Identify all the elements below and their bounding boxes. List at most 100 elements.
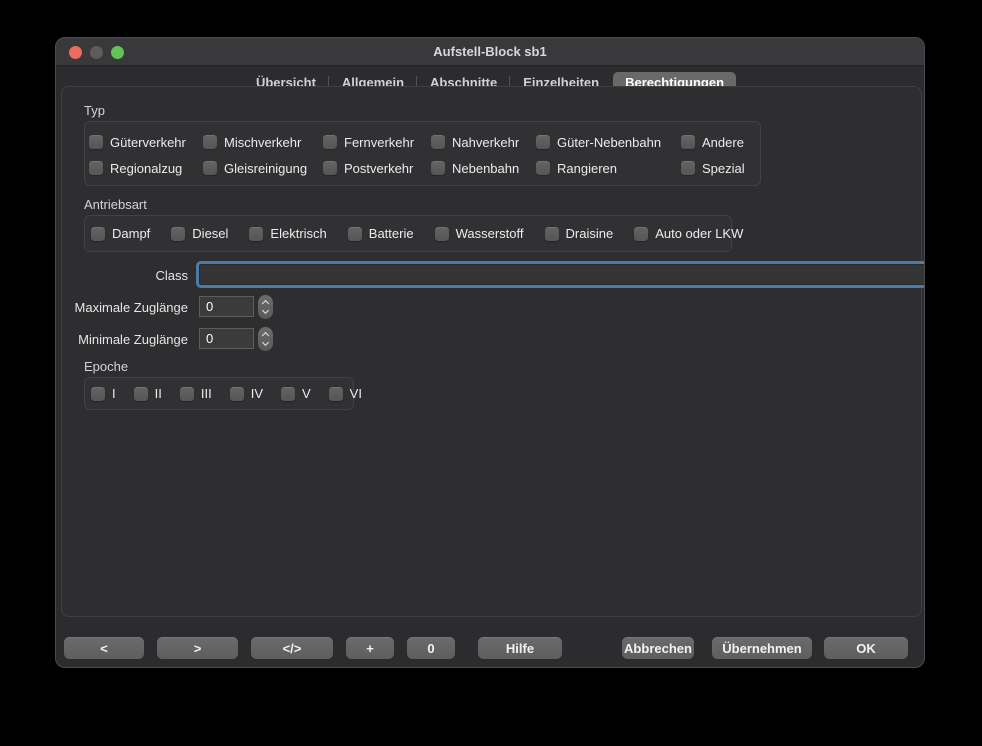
close-icon[interactable] [69,46,82,59]
checkbox-item[interactable]: Elektrisch [249,226,326,241]
min-length-input[interactable] [199,328,254,349]
checkbox-item[interactable]: Mischverkehr [203,135,323,150]
checkbox-item[interactable]: Dampf [91,226,150,241]
checkbox-item[interactable]: Postverkehr [323,161,431,176]
checkbox-label: Spezial [702,161,745,176]
checkbox-label: Rangieren [557,161,617,176]
checkbox-item[interactable]: Auto oder LKW [634,226,743,241]
checkbox-icon[interactable] [348,227,362,241]
minimize-icon[interactable] [90,46,103,59]
tab-content-pane: Typ Güterverkehr Mischverkehr [61,86,922,617]
checkbox-item[interactable]: Nebenbahn [431,161,536,176]
checkbox-icon[interactable] [249,227,263,241]
max-length-stepper[interactable] [258,295,273,319]
checkbox-label: Gleisreinigung [224,161,307,176]
checkbox-label: Elektrisch [270,226,326,241]
checkbox-item[interactable]: VI [329,386,362,401]
checkbox-label: Regionalzug [110,161,182,176]
stepper-up-icon[interactable] [262,331,269,338]
checkbox-label: Güter-Nebenbahn [557,135,661,150]
footer-button[interactable]: Abbrechen [622,637,694,659]
checkbox-icon[interactable] [323,135,337,149]
stepper-down-icon[interactable] [262,338,269,345]
checkbox-icon[interactable] [634,227,648,241]
checkbox-label: IV [251,386,263,401]
checkbox-label: Nebenbahn [452,161,519,176]
checkbox-icon[interactable] [89,135,103,149]
epoche-section-label: Epoche [84,359,128,374]
footer-button[interactable]: > [157,637,238,659]
checkbox-item[interactable]: I [91,386,116,401]
max-length-input[interactable] [199,296,254,317]
footer-button[interactable]: </> [251,637,333,659]
checkbox-icon[interactable] [431,161,445,175]
stepper-down-icon[interactable] [262,306,269,313]
checkbox-item[interactable]: Regionalzug [89,161,203,176]
traffic-lights [69,38,124,66]
checkbox-item[interactable]: Nahverkehr [431,135,536,150]
epoche-groupbox: I II III [84,377,354,410]
checkbox-icon[interactable] [134,387,148,401]
footer-button[interactable]: < [64,637,144,659]
footer-button[interactable]: 0 [407,637,455,659]
min-length-stepper[interactable] [258,327,273,351]
checkbox-item[interactable]: Batterie [348,226,414,241]
checkbox-item[interactable]: Fernverkehr [323,135,431,150]
checkbox-item[interactable]: V [281,386,311,401]
checkbox-icon[interactable] [536,161,550,175]
zoom-icon[interactable] [111,46,124,59]
typ-groupbox: Güterverkehr Mischverkehr Fernverkehr [84,121,761,186]
checkbox-item[interactable]: IV [230,386,263,401]
checkbox-item[interactable]: Spezial [681,161,745,176]
antriebsart-row: Dampf Diesel Elektrisch [91,226,743,241]
dialog-window: Aufstell-Block sb1 Übersicht Allgemein A… [55,37,925,668]
checkbox-label: Auto oder LKW [655,226,743,241]
checkbox-icon[interactable] [281,387,295,401]
checkbox-icon[interactable] [89,161,103,175]
checkbox-item[interactable]: Güterverkehr [89,135,203,150]
checkbox-item[interactable]: Gleisreinigung [203,161,323,176]
footer-button[interactable]: + [346,637,394,659]
checkbox-label: Dampf [112,226,150,241]
footer-left-buttons: < > </> + 0 Hilfe [64,637,562,659]
typ-section-label: Typ [84,103,105,118]
checkbox-icon[interactable] [681,135,695,149]
checkbox-label: VI [350,386,362,401]
footer-button[interactable]: OK [824,637,908,659]
checkbox-item[interactable]: II [134,386,162,401]
checkbox-icon[interactable] [323,161,337,175]
checkbox-icon[interactable] [171,227,185,241]
typ-row-2: Regionalzug Gleisreinigung Postverkehr [89,155,760,181]
footer-button[interactable]: Übernehmen [712,637,812,659]
checkbox-icon[interactable] [545,227,559,241]
checkbox-icon[interactable] [435,227,449,241]
checkbox-label: Mischverkehr [224,135,301,150]
desktop-background: Aufstell-Block sb1 Übersicht Allgemein A… [0,0,982,746]
checkbox-icon[interactable] [329,387,343,401]
checkbox-item[interactable]: III [180,386,212,401]
checkbox-icon[interactable] [203,161,217,175]
epoche-row: I II III [91,386,362,401]
checkbox-item[interactable]: Draisine [545,226,614,241]
checkbox-icon[interactable] [180,387,194,401]
checkbox-icon[interactable] [230,387,244,401]
stepper-up-icon[interactable] [262,299,269,306]
checkbox-icon[interactable] [91,387,105,401]
footer-button[interactable]: Hilfe [478,637,562,659]
footer-button-bar: < > </> + 0 Hilfe Abbrechen Übernehmen [56,637,924,659]
checkbox-label: II [155,386,162,401]
checkbox-item[interactable]: Wasserstoff [435,226,524,241]
checkbox-item[interactable]: Diesel [171,226,228,241]
checkbox-item[interactable]: Güter-Nebenbahn [536,135,681,150]
checkbox-icon[interactable] [203,135,217,149]
checkbox-label: I [112,386,116,401]
class-input[interactable] [199,264,925,285]
checkbox-item[interactable]: Andere [681,135,744,150]
checkbox-item[interactable]: Rangieren [536,161,681,176]
checkbox-icon[interactable] [91,227,105,241]
checkbox-icon[interactable] [536,135,550,149]
checkbox-icon[interactable] [681,161,695,175]
checkbox-label: V [302,386,311,401]
checkbox-icon[interactable] [431,135,445,149]
checkbox-label: Draisine [566,226,614,241]
